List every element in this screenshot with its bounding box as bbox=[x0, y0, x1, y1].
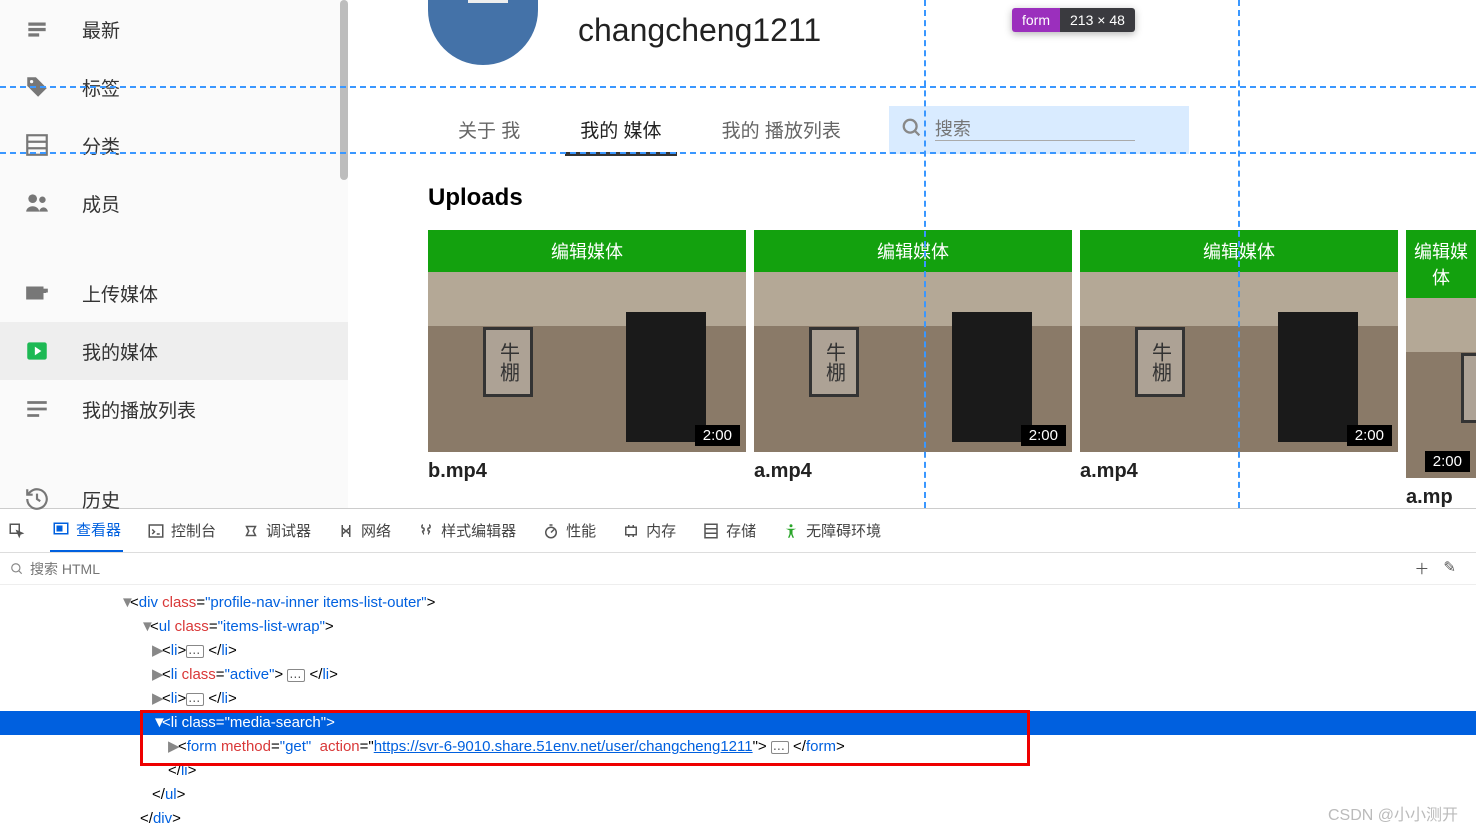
media-thumbnail[interactable]: 牛棚2:00 bbox=[754, 272, 1072, 452]
sidebar-item-label: 我的播放列表 bbox=[82, 396, 196, 423]
username: changcheng1211 bbox=[578, 12, 821, 49]
media-thumbnail[interactable]: 牛2:00 bbox=[1406, 298, 1476, 478]
media-filename: a.mp bbox=[1406, 486, 1476, 509]
devtools-tab-performance[interactable]: 性能 bbox=[540, 509, 598, 552]
playlist-icon bbox=[22, 394, 52, 424]
devtools-tab-memory[interactable]: 内存 bbox=[620, 509, 678, 552]
svg-text:+: + bbox=[46, 287, 50, 299]
clock-icon bbox=[22, 14, 52, 44]
avatar bbox=[428, 0, 538, 65]
sidebar-item-upload[interactable]: + 上传媒体 bbox=[0, 264, 348, 322]
devtools-panel: 查看器 控制台 调试器 网络 样式编辑器 性能 内存 存储 无障碍环境 ＋ ✎ … bbox=[0, 508, 1476, 833]
sidebar-item-categories[interactable]: 分类 bbox=[0, 116, 348, 174]
devtools-search-bar[interactable]: ＋ ✎ bbox=[0, 553, 1476, 585]
inspector-guide-v bbox=[924, 0, 926, 508]
tab-about[interactable]: 关于 我 bbox=[428, 104, 550, 154]
sidebar: 最新 标签 分类 成员 + 上传媒体 我的媒体 我的播放列表 bbox=[0, 0, 348, 508]
media-filename: b.mp4 bbox=[428, 460, 746, 483]
devtools-edit-icon[interactable]: ✎ bbox=[1443, 558, 1456, 579]
search-icon bbox=[901, 117, 923, 144]
media-list: 编辑媒体 牛棚2:00 b.mp4 编辑媒体 牛棚2:00 a.mp4 编辑媒体… bbox=[428, 230, 1476, 509]
sidebar-item-my-media[interactable]: 我的媒体 bbox=[0, 322, 348, 380]
devtools-add-icon[interactable]: ＋ bbox=[1414, 558, 1429, 579]
watermark: CSDN @小小测开 bbox=[1328, 801, 1458, 825]
play-icon bbox=[22, 336, 52, 366]
tab-my-media[interactable]: 我的 媒体 bbox=[550, 104, 691, 154]
profile-nav: 关于 我 我的 媒体 我的 播放列表 bbox=[428, 94, 1476, 154]
uploads-title: Uploads bbox=[428, 184, 1476, 212]
edit-media-button[interactable]: 编辑媒体 bbox=[1406, 230, 1476, 298]
duration-badge: 2:00 bbox=[1425, 451, 1470, 472]
list-icon bbox=[22, 130, 52, 160]
sidebar-item-label: 分类 bbox=[82, 132, 120, 159]
sidebar-item-history[interactable]: 历史 bbox=[0, 470, 348, 528]
sidebar-item-latest[interactable]: 最新 bbox=[0, 0, 348, 58]
devtools-dom-tree[interactable]: ▼<div class="profile-nav-inner items-lis… bbox=[0, 585, 1476, 833]
edit-media-button[interactable]: 编辑媒体 bbox=[428, 230, 746, 272]
inspector-guide-h bbox=[0, 86, 1476, 88]
search-form[interactable] bbox=[889, 106, 1189, 154]
duration-badge: 2:00 bbox=[695, 425, 740, 446]
sidebar-item-label: 我的媒体 bbox=[82, 338, 158, 365]
sidebar-item-label: 历史 bbox=[82, 486, 120, 513]
main-content: changcheng1211 关于 我 我的 媒体 我的 播放列表 Upload… bbox=[348, 0, 1476, 508]
tab-playlists[interactable]: 我的 播放列表 bbox=[692, 104, 871, 154]
sidebar-item-label: 上传媒体 bbox=[82, 280, 158, 307]
sidebar-item-label: 最新 bbox=[82, 16, 120, 43]
media-card[interactable]: 编辑媒体 牛棚2:00 b.mp4 bbox=[428, 230, 746, 509]
media-card[interactable]: 编辑媒体 牛2:00 a.mp bbox=[1406, 230, 1476, 509]
devtools-tab-style[interactable]: 样式编辑器 bbox=[415, 509, 518, 552]
selected-dom-node[interactable]: ▼<li class="media-search"> bbox=[0, 711, 1476, 735]
search-input[interactable] bbox=[935, 119, 1135, 141]
sidebar-item-label: 成员 bbox=[82, 190, 120, 217]
inspector-guide-h bbox=[0, 152, 1476, 154]
duration-badge: 2:00 bbox=[1347, 425, 1392, 446]
devtools-tab-accessibility[interactable]: 无障碍环境 bbox=[780, 509, 883, 552]
duration-badge: 2:00 bbox=[1021, 425, 1066, 446]
devtools-search-input[interactable] bbox=[30, 561, 211, 577]
sidebar-item-members[interactable]: 成员 bbox=[0, 174, 348, 232]
media-filename: a.mp4 bbox=[754, 460, 1072, 483]
devtools-tab-storage[interactable]: 存储 bbox=[700, 509, 758, 552]
media-thumbnail[interactable]: 牛棚2:00 bbox=[428, 272, 746, 452]
inspector-guide-v bbox=[1238, 0, 1240, 508]
upload-icon: + bbox=[22, 278, 52, 308]
inspector-dimension-badge: form 213 × 48 bbox=[1012, 8, 1135, 32]
edit-media-button[interactable]: 编辑媒体 bbox=[754, 230, 1072, 272]
media-card[interactable]: 编辑媒体 牛棚2:00 a.mp4 bbox=[754, 230, 1072, 509]
people-icon bbox=[22, 188, 52, 218]
sidebar-item-playlists[interactable]: 我的播放列表 bbox=[0, 380, 348, 438]
history-icon bbox=[22, 484, 52, 514]
